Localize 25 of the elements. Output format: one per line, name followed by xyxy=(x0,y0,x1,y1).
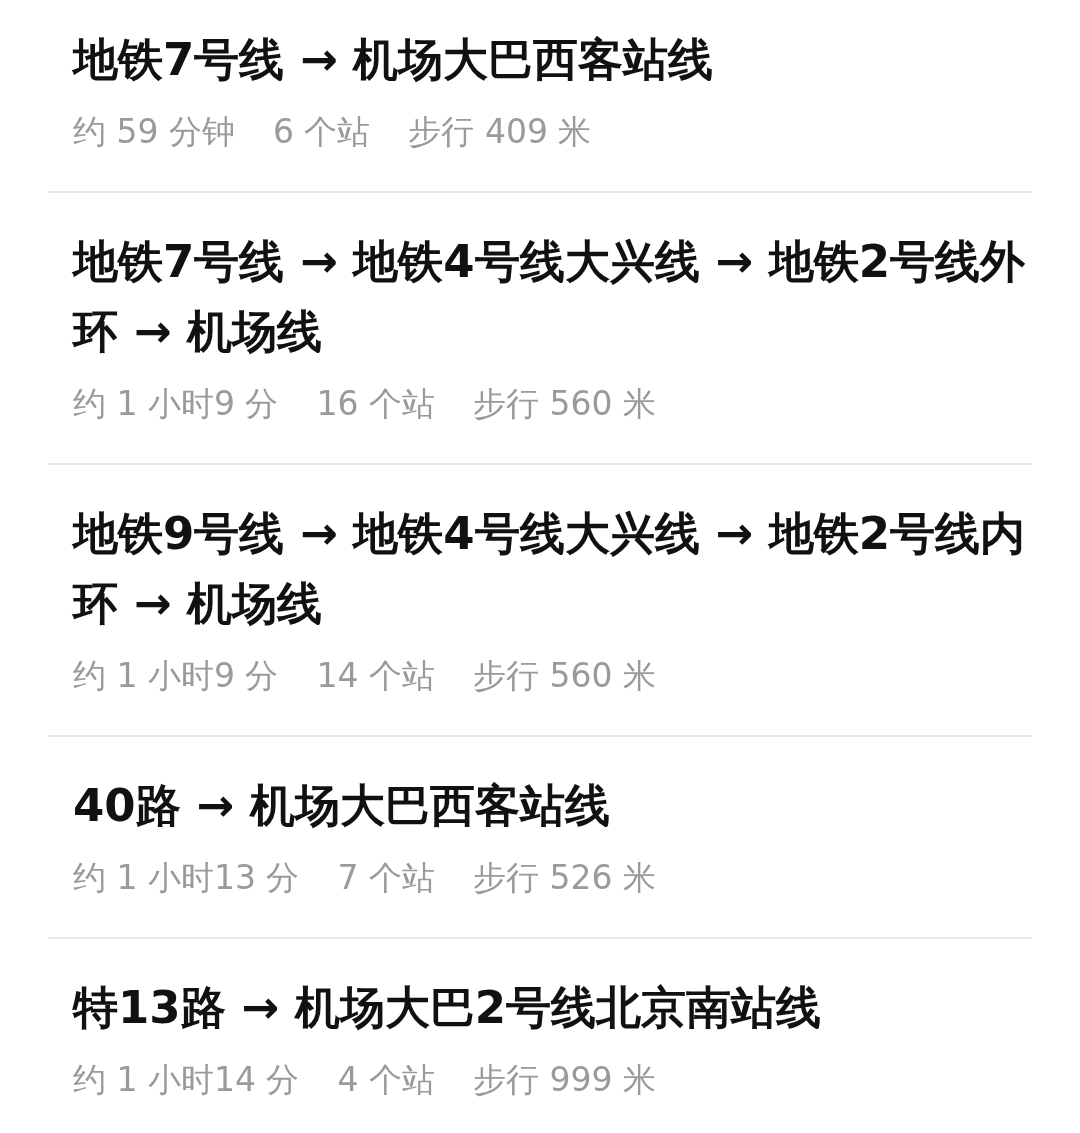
stops-text: 16 个站 xyxy=(316,383,435,425)
stops-text: 4 个站 xyxy=(337,1059,435,1101)
route-title: 特13路 → 机场大巴2号线北京南站线 xyxy=(73,980,822,1036)
walk-distance-text: 步行 999 米 xyxy=(472,1059,656,1101)
route-title: 地铁7号线 → 地铁4号线大兴线 → 地铁2号线外环 → 机场线 xyxy=(73,234,1026,360)
walk-distance-text: 步行 409 米 xyxy=(408,111,592,153)
route-title: 40路 → 机场大巴西客站线 xyxy=(73,778,611,834)
route-title: 地铁7号线 → 机场大巴西客站线 xyxy=(73,32,715,88)
route-title: 地铁9号线 → 地铁4号线大兴线 → 地铁2号线内环 → 机场线 xyxy=(73,506,1026,632)
route-list-item[interactable]: 40路 → 机场大巴西客站线 约 1 小时13 分 7 个站 步行 526 米 xyxy=(48,735,1032,937)
route-list-item[interactable]: 地铁9号线 → 地铁4号线大兴线 → 地铁2号线内环 → 机场线 约 1 小时9 分 14 个站 步行 560 米 xyxy=(48,463,1032,735)
route-list-item[interactable]: 特13路 → 机场大巴2号线北京南站线 约 1 小时14 分 4 个站 步行 999 米 xyxy=(48,937,1032,1133)
duration-text: 约 59 分钟 xyxy=(73,111,235,153)
stops-text: 7 个站 xyxy=(337,857,435,899)
walk-distance-text: 步行 560 米 xyxy=(472,383,656,425)
walk-distance-text: 步行 560 米 xyxy=(472,655,656,697)
walk-distance-text: 步行 526 米 xyxy=(472,857,656,899)
duration-text: 约 1 小时14 分 xyxy=(73,1059,300,1101)
duration-text: 约 1 小时9 分 xyxy=(73,383,279,425)
stops-text: 14 个站 xyxy=(316,655,435,697)
route-list-item[interactable]: 地铁7号线 → 地铁4号线大兴线 → 地铁2号线外环 → 机场线 约 1 小时9 分 16 个站 步行 560 米 xyxy=(48,191,1032,463)
stops-text: 6 个站 xyxy=(273,111,371,153)
route-list-item[interactable]: 地铁7号线 → 机场大巴西客站线 约 59 分钟 6 个站 步行 409 米 xyxy=(48,0,1032,191)
duration-text: 约 1 小时13 分 xyxy=(73,857,300,899)
duration-text: 约 1 小时9 分 xyxy=(73,655,279,697)
